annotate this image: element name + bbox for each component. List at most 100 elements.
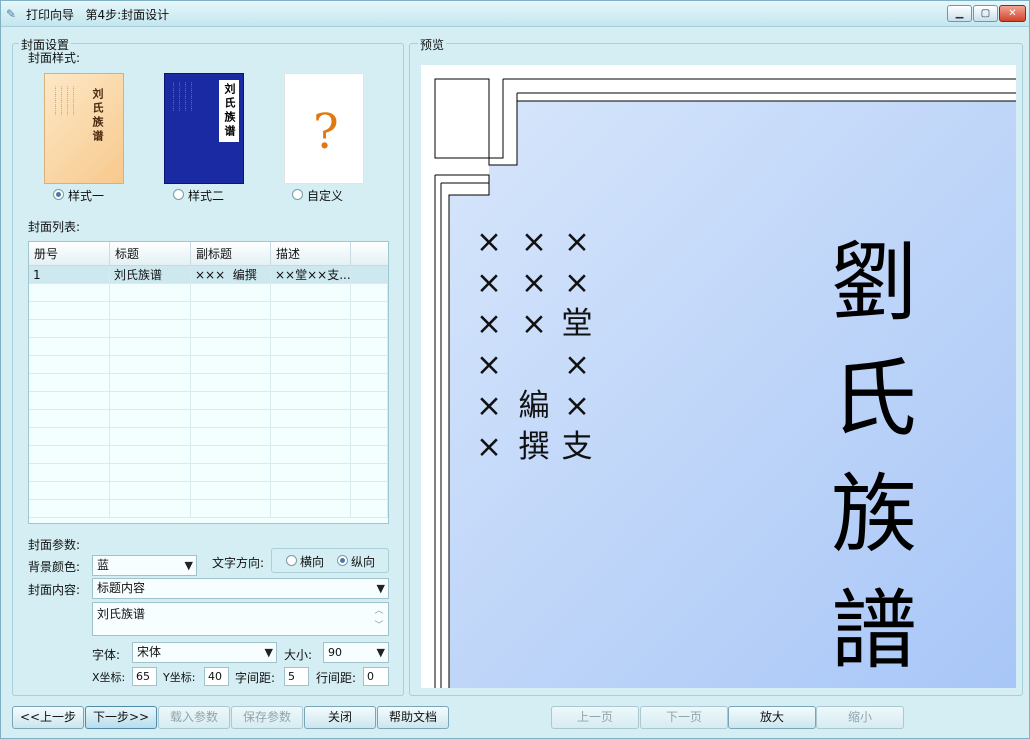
close-button[interactable]: 关闭 (304, 706, 376, 729)
window-title: 打印向导 第4步:封面设计 (26, 8, 170, 22)
table-cell (271, 374, 351, 392)
close-window-button[interactable]: ✕ (999, 5, 1026, 22)
table-row[interactable] (29, 284, 388, 302)
thumb-title: 刘氏族谱 (219, 80, 239, 142)
cell-description: ××堂××支... (271, 266, 351, 284)
table-cell (271, 320, 351, 338)
size-select[interactable]: 90 ▼ (323, 642, 389, 663)
cover-content-select[interactable]: 标题内容 ▼ (92, 578, 389, 599)
table-cell (271, 392, 351, 410)
textarea-scrollbar[interactable]: ︿ ﹀ (372, 604, 386, 634)
table-row[interactable] (29, 320, 388, 338)
table-cell (191, 392, 271, 410)
chevron-down-icon: ▼ (184, 559, 193, 572)
column-header-description[interactable]: 描述 (271, 242, 351, 266)
table-row[interactable] (29, 482, 388, 500)
table-header: 册号 标题 副标题 描述 (29, 242, 388, 266)
subtitle-char: × (476, 429, 502, 465)
table-cell (351, 446, 388, 464)
table-cell (271, 428, 351, 446)
table-cell (29, 356, 110, 374)
prev-page-button[interactable]: 上一页 (551, 706, 639, 729)
table-cell (191, 482, 271, 500)
save-params-button[interactable]: 保存参数 (231, 706, 303, 729)
table-row[interactable] (29, 338, 388, 356)
minimize-button[interactable]: ▁ (947, 5, 972, 22)
char-spacing-input[interactable]: 5 (284, 667, 309, 686)
table-cell (110, 410, 191, 428)
zoom-out-button[interactable]: 缩小 (816, 706, 904, 729)
title-bar: ✎ 打印向导 第4步:封面设计 ▁ ▢ ✕ (1, 1, 1029, 27)
pen-icon: ✎ (6, 7, 17, 21)
vertical-radio[interactable] (337, 555, 348, 566)
table-cell (110, 500, 191, 518)
table-cell (351, 410, 388, 428)
table-cell (110, 374, 191, 392)
table-row[interactable]: 1 刘氏族谱 ××× 编撰 ××堂××支... (29, 266, 388, 284)
custom-style-thumbnail[interactable]: ? (284, 73, 364, 184)
cover-content-label: 封面内容: (28, 583, 81, 597)
table-cell (110, 464, 191, 482)
subtitle-char: 支 (561, 429, 593, 465)
font-select[interactable]: 宋体 ▼ (132, 642, 277, 663)
bg-color-select[interactable]: 蓝 ▼ (92, 555, 197, 576)
y-coord-input[interactable]: 40 (204, 667, 229, 686)
table-cell (29, 284, 110, 302)
table-row[interactable] (29, 446, 388, 464)
style-two-radio[interactable] (173, 189, 184, 200)
cover-content-textarea[interactable]: 刘氏族谱 ︿ ﹀ (92, 602, 389, 636)
table-cell (351, 338, 388, 356)
table-row[interactable] (29, 302, 388, 320)
custom-style-radio[interactable] (292, 189, 303, 200)
horizontal-label[interactable]: 横向 (300, 553, 324, 570)
table-cell (191, 464, 271, 482)
help-doc-button[interactable]: 帮助文档 (377, 706, 449, 729)
question-mark-icon: ? (313, 104, 339, 160)
horizontal-radio[interactable] (286, 555, 297, 566)
subtitle-char: × (564, 265, 590, 301)
zoom-in-button[interactable]: 放大 (728, 706, 816, 729)
subtitle-char: × (476, 347, 502, 383)
vertical-label[interactable]: 纵向 (351, 553, 375, 570)
next-page-button[interactable]: 下一页 (640, 706, 728, 729)
table-row[interactable] (29, 464, 388, 482)
table-row[interactable] (29, 374, 388, 392)
table-row[interactable] (29, 410, 388, 428)
subtitle-char (514, 345, 554, 386)
prev-step-button[interactable]: <<上一步 (12, 706, 84, 729)
table-row[interactable] (29, 356, 388, 374)
subtitle-char: × (476, 388, 502, 424)
line-spacing-input[interactable]: 0 (363, 667, 389, 686)
style-one-thumbnail[interactable]: …………………………………………………… 刘氏族谱 (44, 73, 124, 184)
table-cell (351, 500, 388, 518)
table-row[interactable] (29, 392, 388, 410)
table-row[interactable] (29, 500, 388, 518)
cover-params-label: 封面参数: (28, 538, 81, 552)
custom-style-label[interactable]: 自定义 (307, 187, 343, 204)
font-label: 字体: (92, 648, 121, 662)
style-two-label[interactable]: 样式二 (188, 187, 224, 204)
cover-preview-canvas[interactable]: 劉 氏 族 譜 × × × × × × × × × 編 撰 × × 堂 × × … (421, 65, 1016, 688)
chevron-down-icon: ▼ (264, 646, 273, 659)
table-cell (110, 338, 191, 356)
load-params-button[interactable]: 载入参数 (158, 706, 230, 729)
table-row[interactable] (29, 428, 388, 446)
next-step-button[interactable]: 下一步>> (85, 706, 157, 729)
style-two-thumbnail[interactable]: …………………………………………………… 刘氏族谱 (164, 73, 244, 184)
maximize-button[interactable]: ▢ (973, 5, 998, 22)
chevron-down-icon: ▼ (376, 582, 385, 595)
cover-content-value: 标题内容 (97, 581, 146, 595)
preview-title-char: 族 (831, 465, 917, 565)
table-cell (351, 374, 388, 392)
style-one-radio[interactable] (53, 189, 64, 200)
cover-list-table[interactable]: 册号 标题 副标题 描述 1 刘氏族谱 ××× 编撰 ××堂××支... (28, 241, 389, 524)
x-coord-input[interactable]: 65 (132, 667, 157, 686)
preview-subtitle-column: × × × 編 撰 (514, 222, 554, 468)
table-cell (271, 338, 351, 356)
column-header-title[interactable]: 标题 (110, 242, 191, 266)
table-cell (110, 428, 191, 446)
column-header-volume[interactable]: 册号 (29, 242, 110, 266)
style-one-label[interactable]: 样式一 (68, 187, 104, 204)
text-direction-group: 横向 纵向 (271, 548, 389, 573)
column-header-subtitle[interactable]: 副标题 (191, 242, 271, 266)
